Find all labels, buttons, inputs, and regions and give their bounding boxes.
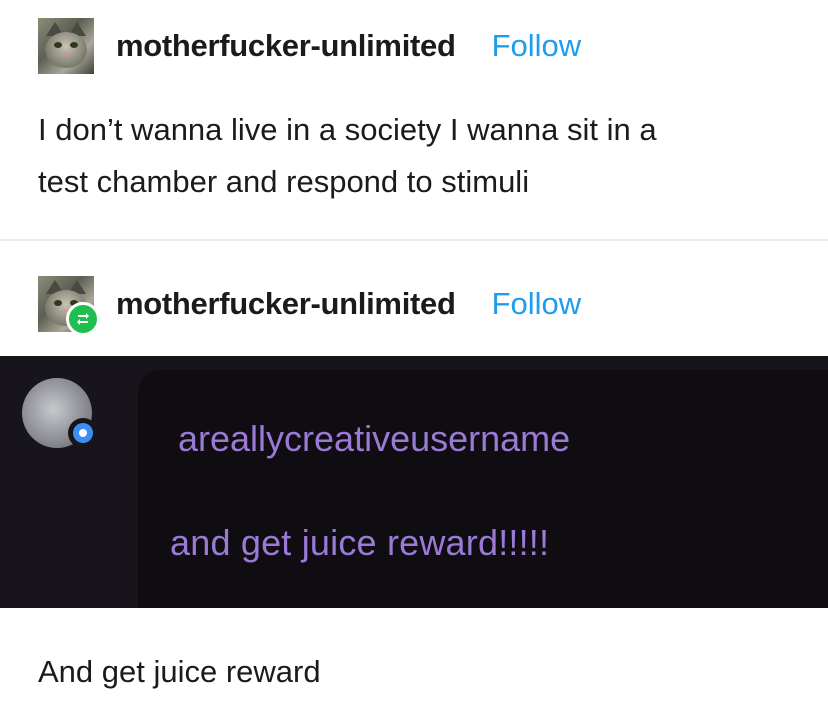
username[interactable]: motherfucker-unlimited <box>116 286 456 322</box>
post-text-line: I don’t wanna live in a society I wanna … <box>38 112 657 147</box>
post-text-line: test chamber and respond to stimuli <box>38 164 530 199</box>
follow-button[interactable]: Follow <box>492 28 582 64</box>
post-header: motherfucker-unlimited Follow <box>38 18 581 74</box>
avatar[interactable] <box>38 18 94 74</box>
reblog-icon <box>66 302 100 336</box>
online-status-icon <box>68 418 98 448</box>
quoted-username: areallycreativeusername <box>178 418 571 459</box>
username[interactable]: motherfucker-unlimited <box>116 28 456 64</box>
post-divider <box>0 239 828 241</box>
message-bubble: areallycreativeusername and get juice re… <box>138 370 828 608</box>
avatar[interactable] <box>38 276 100 336</box>
quoted-screenshot: areallycreativeusername and get juice re… <box>0 356 828 608</box>
follow-button[interactable]: Follow <box>492 286 582 322</box>
cat-avatar-icon <box>38 18 94 74</box>
reblog-header: motherfucker-unlimited Follow <box>38 276 582 336</box>
dm-avatar <box>22 378 98 448</box>
quoted-message: and get juice reward!!!!! <box>170 522 550 563</box>
reblog-caption: And get juice reward <box>38 654 321 689</box>
